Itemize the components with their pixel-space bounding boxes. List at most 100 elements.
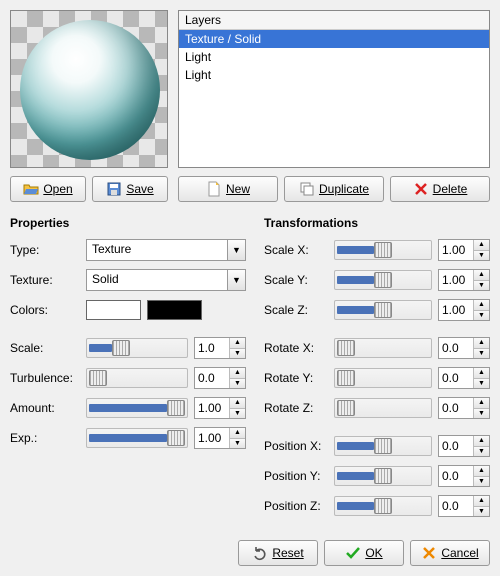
position-y-slider[interactable] (334, 466, 432, 486)
exp-spinner[interactable]: ▲▼ (194, 427, 246, 449)
duplicate-label: Duplicate (319, 182, 369, 196)
cancel-icon (421, 545, 437, 561)
open-label: Open (43, 182, 72, 196)
save-button[interactable]: Save (92, 176, 168, 202)
position-z-slider[interactable] (334, 496, 432, 516)
scale-x-label: Scale X: (264, 243, 328, 257)
rotate-y-spinner[interactable]: ▲▼ (438, 367, 490, 389)
spin-down[interactable]: ▼ (230, 439, 245, 449)
scale-slider[interactable] (86, 338, 188, 358)
spin-down[interactable]: ▼ (230, 409, 245, 419)
spin-up[interactable]: ▲ (474, 466, 489, 477)
texture-label: Texture: (10, 273, 80, 287)
layer-item[interactable]: Light (179, 48, 489, 66)
rotate-x-label: Rotate X: (264, 341, 328, 355)
transformations-heading: Transformations (264, 216, 490, 230)
spin-down[interactable]: ▼ (474, 349, 489, 359)
position-y-label: Position Y: (264, 469, 328, 483)
layer-item[interactable]: Light (179, 66, 489, 84)
chevron-down-icon[interactable]: ▼ (227, 240, 245, 260)
exp-label: Exp.: (10, 431, 80, 445)
spin-down[interactable]: ▼ (474, 507, 489, 517)
spin-up[interactable]: ▲ (230, 368, 245, 379)
layers-list[interactable]: Layers Texture / SolidLightLight (178, 10, 490, 168)
new-button[interactable]: New (178, 176, 278, 202)
scale-label: Scale: (10, 341, 80, 355)
spin-up[interactable]: ▲ (474, 338, 489, 349)
amount-slider[interactable] (86, 398, 188, 418)
position-y-spinner[interactable]: ▲▼ (438, 465, 490, 487)
colors-label: Colors: (10, 303, 80, 317)
check-icon (345, 545, 361, 561)
save-label: Save (126, 182, 153, 196)
spin-up[interactable]: ▲ (474, 368, 489, 379)
spin-down[interactable]: ▼ (474, 281, 489, 291)
open-icon (23, 181, 39, 197)
open-button[interactable]: Open (10, 176, 86, 202)
duplicate-button[interactable]: Duplicate (284, 176, 384, 202)
amount-label: Amount: (10, 401, 80, 415)
spin-up[interactable]: ▲ (474, 240, 489, 251)
type-combo[interactable]: Texture ▼ (86, 239, 246, 261)
rotate-x-spinner[interactable]: ▲▼ (438, 337, 490, 359)
cancel-button[interactable]: Cancel (410, 540, 490, 566)
scale-spinner[interactable]: ▲▼ (194, 337, 246, 359)
rotate-z-spinner[interactable]: ▲▼ (438, 397, 490, 419)
scale-z-spinner[interactable]: ▲▼ (438, 299, 490, 321)
turbulence-slider[interactable] (86, 368, 188, 388)
duplicate-icon (299, 181, 315, 197)
delete-button[interactable]: Delete (390, 176, 490, 202)
spin-up[interactable]: ▲ (230, 428, 245, 439)
position-x-label: Position X: (264, 439, 328, 453)
rotate-y-label: Rotate Y: (264, 371, 328, 385)
scale-y-spinner[interactable]: ▲▼ (438, 269, 490, 291)
spin-down[interactable]: ▼ (474, 477, 489, 487)
spin-down[interactable]: ▼ (230, 379, 245, 389)
chevron-down-icon[interactable]: ▼ (227, 270, 245, 290)
spin-down[interactable]: ▼ (230, 349, 245, 359)
reset-button[interactable]: Reset (238, 540, 318, 566)
scale-x-slider[interactable] (334, 240, 432, 260)
position-x-spinner[interactable]: ▲▼ (438, 435, 490, 457)
spin-up[interactable]: ▲ (474, 270, 489, 281)
new-label: New (226, 182, 250, 196)
preview (10, 10, 168, 168)
rotate-y-slider[interactable] (334, 368, 432, 388)
ok-button[interactable]: OK (324, 540, 404, 566)
spin-up[interactable]: ▲ (474, 398, 489, 409)
spin-down[interactable]: ▼ (474, 311, 489, 321)
spin-up[interactable]: ▲ (230, 398, 245, 409)
spin-up[interactable]: ▲ (474, 436, 489, 447)
rotate-x-slider[interactable] (334, 338, 432, 358)
scale-y-slider[interactable] (334, 270, 432, 290)
properties-heading: Properties (10, 216, 246, 230)
exp-slider[interactable] (86, 428, 188, 448)
color-swatch-2[interactable] (147, 300, 202, 320)
new-icon (206, 181, 222, 197)
layer-item[interactable]: Texture / Solid (179, 30, 489, 48)
spin-down[interactable]: ▼ (474, 251, 489, 261)
layers-header: Layers (179, 11, 489, 30)
spin-down[interactable]: ▼ (474, 379, 489, 389)
amount-spinner[interactable]: ▲▼ (194, 397, 246, 419)
color-swatch-1[interactable] (86, 300, 141, 320)
spin-up[interactable]: ▲ (230, 338, 245, 349)
spin-up[interactable]: ▲ (474, 300, 489, 311)
scale-x-spinner[interactable]: ▲▼ (438, 239, 490, 261)
turbulence-spinner[interactable]: ▲▼ (194, 367, 246, 389)
scale-z-label: Scale Z: (264, 303, 328, 317)
scale-z-slider[interactable] (334, 300, 432, 320)
rotate-z-label: Rotate Z: (264, 401, 328, 415)
spin-down[interactable]: ▼ (474, 409, 489, 419)
reset-icon (252, 545, 268, 561)
scale-y-label: Scale Y: (264, 273, 328, 287)
position-x-slider[interactable] (334, 436, 432, 456)
type-label: Type: (10, 243, 80, 257)
texture-combo[interactable]: Solid ▼ (86, 269, 246, 291)
position-z-spinner[interactable]: ▲▼ (438, 495, 490, 517)
rotate-z-slider[interactable] (334, 398, 432, 418)
spin-up[interactable]: ▲ (474, 496, 489, 507)
delete-label: Delete (433, 182, 468, 196)
spin-down[interactable]: ▼ (474, 447, 489, 457)
save-icon (106, 181, 122, 197)
